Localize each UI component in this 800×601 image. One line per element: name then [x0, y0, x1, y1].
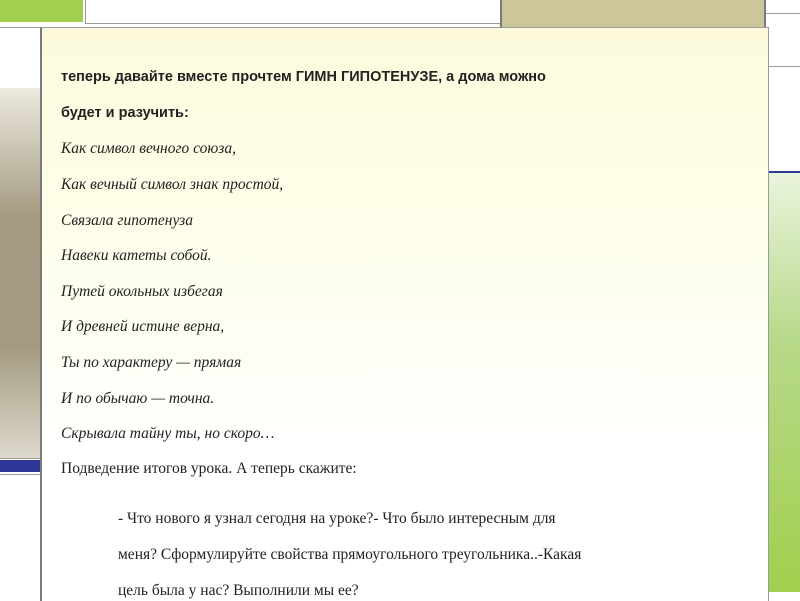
green-right-strip	[766, 172, 800, 592]
intro-line-2: будет и разучить:	[61, 105, 189, 121]
poem-line: Как символ вечного союза,	[61, 140, 236, 157]
green-corner-block	[0, 0, 83, 22]
poem-line: Навеки катеты собой.	[61, 247, 212, 264]
navy-right-line	[766, 171, 800, 173]
poem-line: Ты по характеру — прямая	[61, 354, 242, 371]
question-line: цель была у нас? Выполнили мы ее?	[118, 582, 359, 599]
grey-line-left-2	[0, 458, 40, 459]
poem-line: Как вечный символ знак простой,	[61, 176, 284, 193]
grey-line-left-1	[0, 27, 40, 28]
tan-left-strip	[0, 88, 40, 458]
poem-line: Скрывала тайну ты, но скоро…	[61, 425, 275, 442]
poem-line: И по обычаю — точна.	[61, 390, 215, 407]
grey-line-right-1	[766, 66, 800, 67]
question-line: меня? Сформулируйте свойства прямоугольн…	[118, 546, 582, 563]
intro-line-1: теперь давайте вместе прочтем ГИМН ГИПОТ…	[61, 69, 546, 85]
poem-line: И древней истине верна,	[61, 318, 225, 335]
grey-top-frame	[85, 0, 505, 24]
grey-line-left-3	[0, 474, 40, 475]
grey-line-top-right	[766, 13, 800, 14]
navy-left-bar	[0, 460, 40, 472]
poem-line: Путей окольных избегая	[61, 283, 223, 300]
poem-line: Связала гипотенуза	[61, 212, 193, 229]
question-line: - Что нового я узнал сегодня на уроке?- …	[118, 510, 556, 527]
summary-line: Подведение итогов урока. А теперь скажит…	[61, 460, 357, 477]
